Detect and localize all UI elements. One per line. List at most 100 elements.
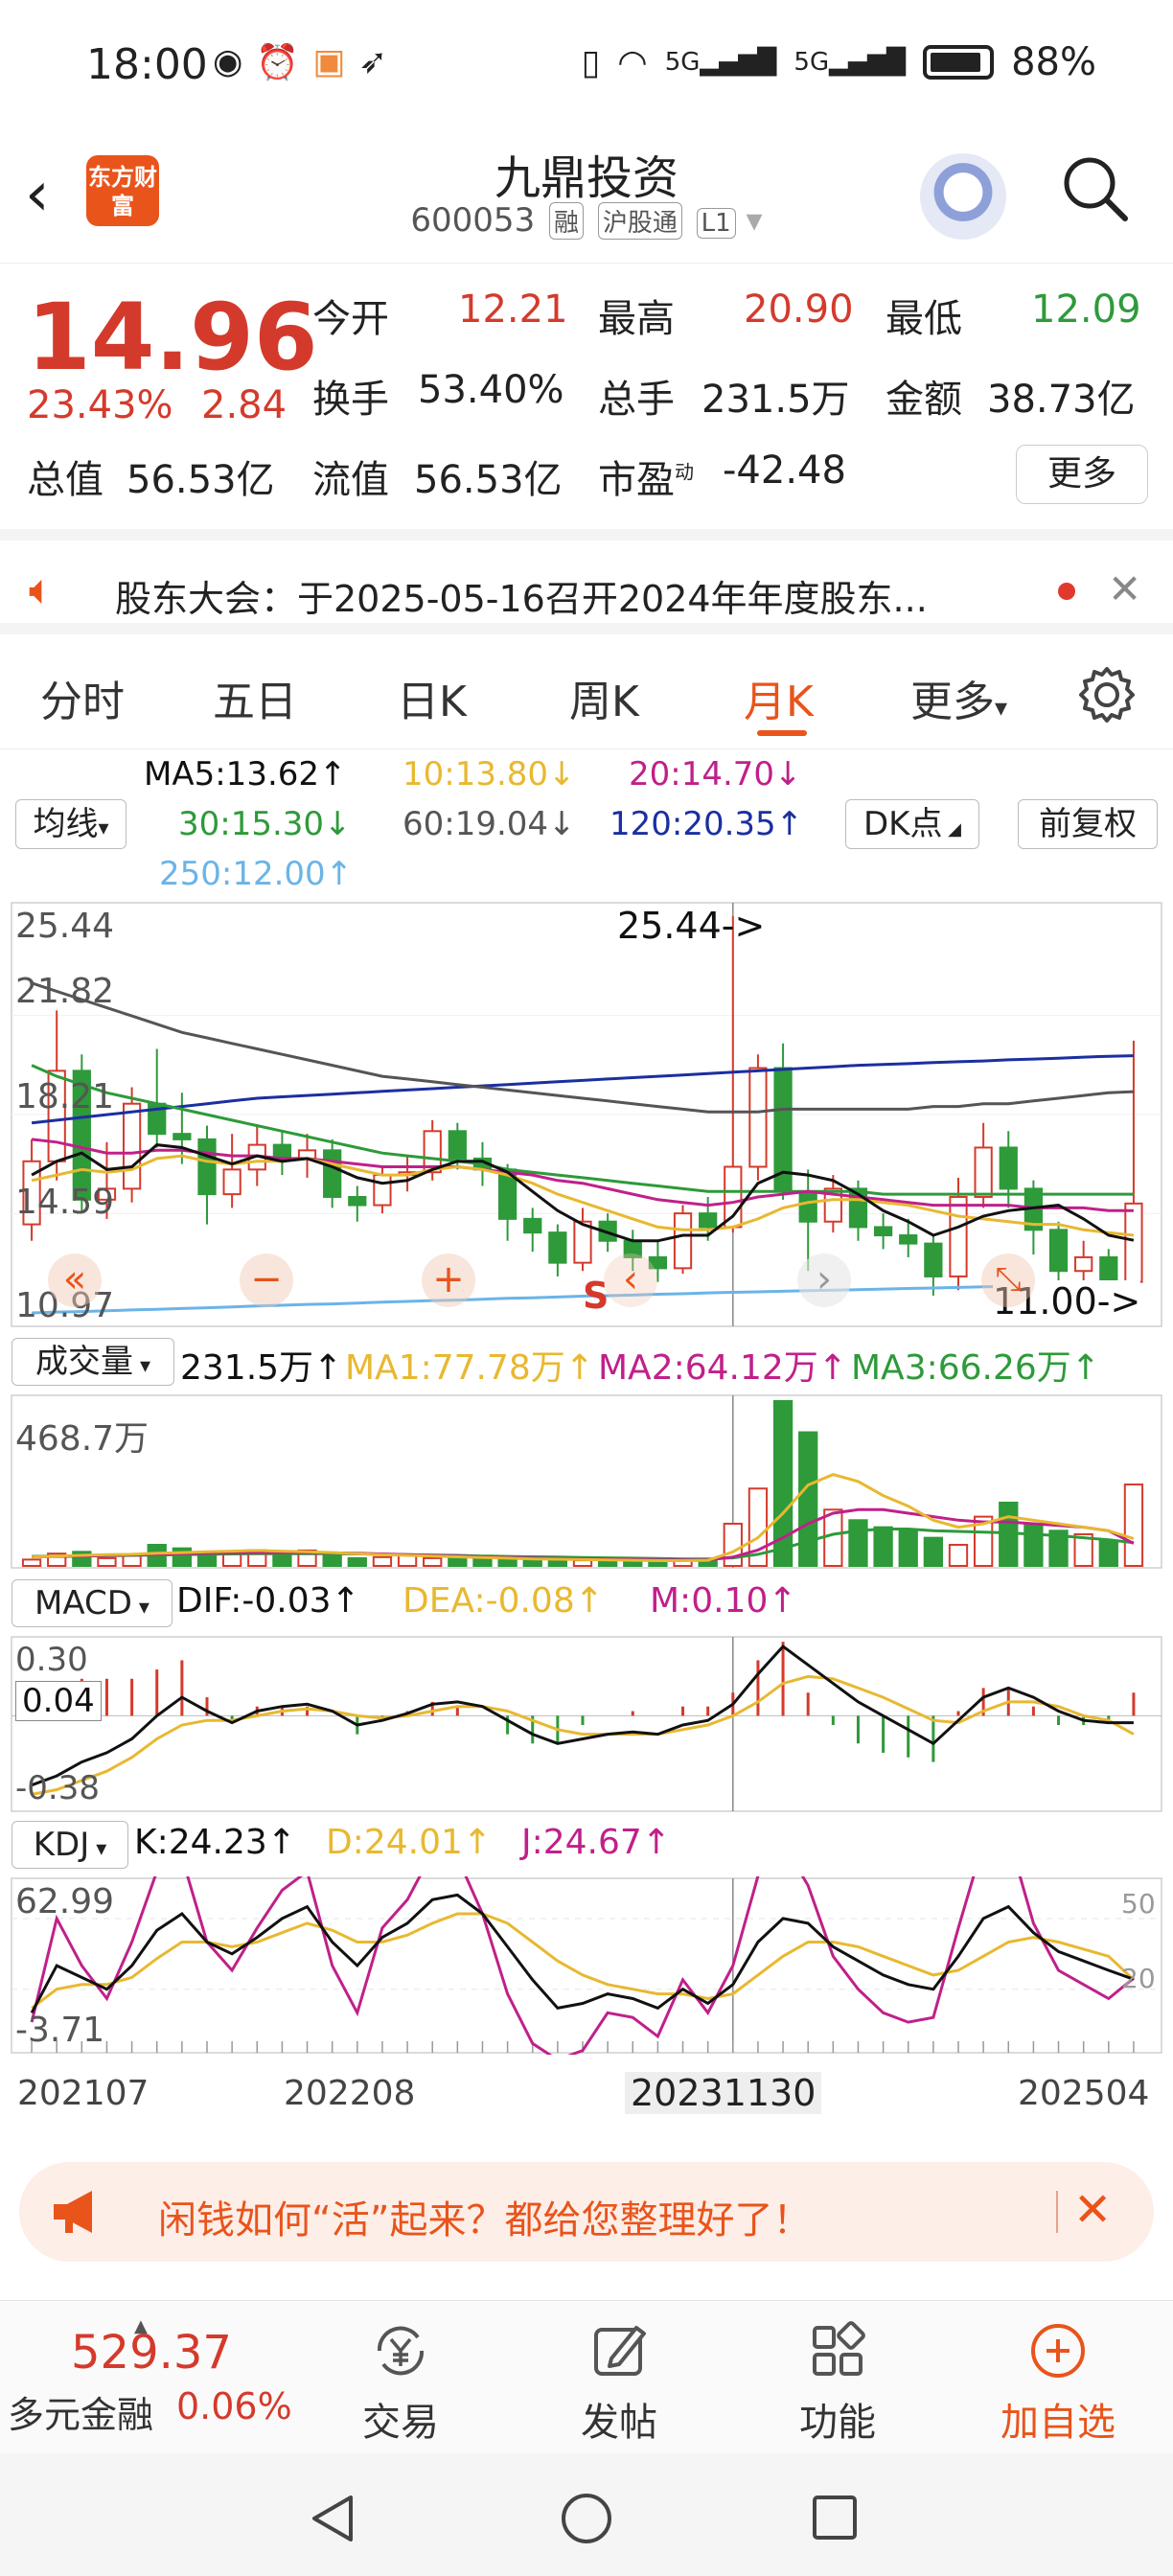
turnover-value: 53.40% [418,368,564,412]
volume-bar-40 [1024,1522,1044,1567]
candle-body-28 [724,1165,743,1229]
tab-five-day[interactable]: 五日 [213,667,297,728]
dk-point-button[interactable]: DK点 ◢ [845,799,979,849]
x-tick-1: 202107 [17,2074,150,2113]
candle-body-43 [1099,1255,1118,1283]
index-value[interactable]: 529.37 [71,2326,232,2380]
index-name[interactable]: 多元金融 [8,2385,153,2438]
tab-weekly[interactable]: 周K [569,667,639,728]
post-button[interactable]: 发帖 [542,2320,696,2447]
kdj-selector[interactable]: KDJ ▾ [12,1821,128,1869]
y-tick-1: 25.44 [15,907,115,946]
vol-ma2: MA2:64.12万↑ [598,1348,847,1388]
bottom-toolbar: 529.37 ▲ 多元金融 0.06% 交易 发帖 功能 加自选 [0,2300,1173,2453]
candle-body-41 [1048,1229,1069,1273]
close-icon[interactable]: ✕ [1108,565,1141,612]
macd-dif: DIF:-0.03↑ [176,1581,360,1621]
low-value: 12.09 [1031,288,1141,332]
candle-body-34 [873,1226,893,1237]
volume-selector[interactable]: 成交量 ▾ [12,1338,174,1386]
nav-recents-icon[interactable] [811,2494,859,2542]
candle-body-38 [974,1146,993,1198]
macd-selector[interactable]: MACD ▾ [12,1579,172,1627]
kdj-ytop: 62.99 [15,1882,115,1921]
macd-chart[interactable] [0,1635,1173,1813]
volume-chart[interactable] [0,1393,1173,1570]
period-tabs: 分时 五日 日K 周K 月K 更多▾ [0,644,1173,749]
macd-ybottom: -0.38 [15,1769,100,1807]
ma20-value: 20:14.70↓ [629,755,802,794]
open-value: 12.21 [458,288,568,332]
nav-back-icon[interactable] [309,2492,356,2545]
vol-ma1: MA1:77.78万↑ [345,1348,594,1388]
x-tick-2: 202208 [284,2074,416,2113]
volume-bar-13 [347,1556,367,1567]
adjust-button[interactable]: 前复权 [1018,799,1158,849]
zoom-out-icon[interactable]: − [240,1254,293,1307]
candle-body-21 [548,1231,567,1264]
volume-bar-21 [547,1559,568,1567]
vibrate-icon: ▯ [581,42,601,82]
candle-body-31 [798,1190,817,1223]
tab-more[interactable]: 更多▾ [910,667,1007,728]
wifi-icon: ◠ [617,42,648,82]
pe-label: 市盈动 [598,458,694,502]
volume-bar-20 [522,1559,542,1567]
edit-icon [594,2326,646,2376]
tab-monthly[interactable]: 月K [744,667,814,728]
unread-dot [1058,583,1075,600]
megaphone-icon [54,2191,92,2233]
volume-bar-23 [597,1559,618,1567]
candle-body-39 [999,1146,1018,1190]
notice-banner[interactable]: 🔈︎ 股东大会：于2025-05-16召开2024年年度股东... ✕ [0,529,1173,634]
high-value: 20.90 [744,288,854,332]
next-icon[interactable]: › [797,1254,851,1307]
volume-ytick: 468.7万 [15,1419,150,1459]
ma60-line [31,981,1134,1114]
active-tab-underline [757,730,807,736]
zoom-in-icon[interactable]: + [422,1254,475,1307]
turnover-label: 换手 [312,378,389,422]
status-bar: 18:00 ◉ ⏰ ▣ ➶ ▯ ◠ 5G▂▄▆█ 5G▂▄▆█ 88% [0,0,1173,134]
volume-bar-32 [823,1508,843,1567]
tab-intraday[interactable]: 分时 [40,667,125,728]
prev-icon[interactable]: ‹ [604,1254,657,1307]
tag-level: L1 [696,208,736,239]
close-icon[interactable]: ✕ [1073,2183,1112,2237]
signal-5g-icon: 5G▂▄▆█ [664,48,777,77]
tag-connect: 沪股通 [597,202,682,240]
status-time: 18:00 [86,40,208,89]
promo-divider [1056,2191,1058,2233]
add-watchlist-button[interactable]: 加自选 [981,2320,1135,2447]
macd-ytop: 0.30 [15,1641,88,1679]
y-tick-2: 21.82 [15,972,115,1011]
chevron-down-icon: ▾ [746,201,763,240]
tab-daily[interactable]: 日K [397,667,467,728]
low-label: 最低 [886,297,962,341]
volume-bar-6 [172,1547,193,1568]
tag-margin: 融 [549,202,585,240]
candle-body-29 [748,1067,768,1168]
function-button[interactable]: 功能 [761,2320,914,2447]
gear-icon[interactable] [1075,663,1138,726]
amount-label: 金额 [886,378,962,422]
scroll-left-icon[interactable]: « [48,1254,102,1307]
nav-home-icon[interactable] [560,2492,613,2545]
y-tick-3: 18.21 [15,1077,115,1116]
candle-body-26 [673,1212,693,1270]
system-nav-bar [0,2453,1173,2576]
volume-bar-28 [723,1522,743,1567]
vol-ma1-line [32,1473,1135,1562]
search-icon[interactable] [1060,153,1131,224]
ma-selector[interactable]: 均线▾ [15,799,126,849]
macd-m: M:0.10↑ [650,1581,797,1621]
trade-button[interactable]: 交易 [324,2320,477,2447]
more-button[interactable]: 更多 [1016,445,1148,504]
expand-icon[interactable]: ⤡ [981,1254,1035,1307]
assistant-robot-icon[interactable] [920,153,1006,240]
kdj-chart[interactable] [0,1876,1173,2055]
change-percent: 23.43% [27,383,173,427]
mktcap-value: 56.53亿 [126,458,275,502]
promo-banner[interactable]: 闲钱如何“活”起来？都给您整理好了！ ✕ [19,2162,1154,2262]
volume-value: 231.5万 [702,378,850,422]
